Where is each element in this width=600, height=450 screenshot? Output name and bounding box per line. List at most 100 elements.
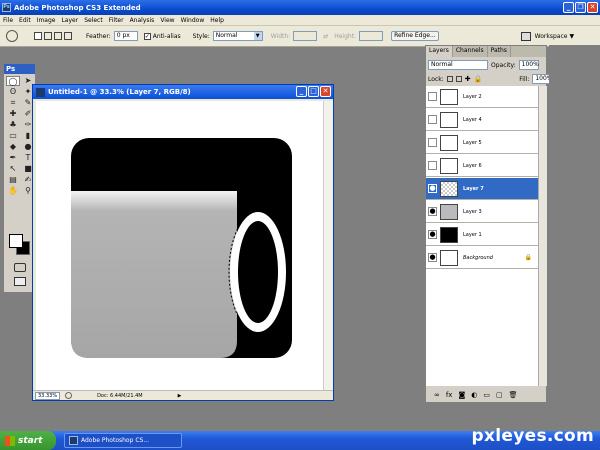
- workspace-button[interactable]: Workspace: [535, 33, 568, 40]
- lock-pixels-icon[interactable]: [455, 76, 462, 82]
- quick-mask-icon[interactable]: [14, 263, 26, 272]
- status-info-icon[interactable]: [65, 392, 73, 399]
- tools-ps-logo: Ps: [4, 64, 35, 74]
- taskbar-photoshop-button[interactable]: Adobe Photoshop CS...: [64, 433, 182, 448]
- selection-mode-intersect-icon[interactable]: [64, 32, 72, 40]
- width-label: Width:: [270, 32, 291, 40]
- status-arrow-icon[interactable]: ▶: [178, 393, 182, 399]
- layer-style-icon[interactable]: fx: [446, 391, 453, 399]
- menu-window[interactable]: Window: [178, 17, 208, 24]
- lock-all-icon[interactable]: 🔒: [474, 75, 483, 83]
- visibility-toggle[interactable]: [428, 92, 437, 101]
- crop-tool-icon[interactable]: ⌗: [6, 98, 20, 108]
- height-input[interactable]: [359, 31, 384, 41]
- doc-close-button[interactable]: ✕: [320, 86, 331, 97]
- layer-row[interactable]: Layer 2: [426, 86, 538, 108]
- swap-icon[interactable]: ⇄: [323, 33, 328, 40]
- refine-edge-button[interactable]: Refine Edge...: [391, 31, 439, 41]
- layer-row[interactable]: Layer 6: [426, 155, 538, 177]
- eye-icon[interactable]: ●: [428, 184, 437, 193]
- new-group-icon[interactable]: ▭: [483, 391, 490, 399]
- adjustment-layer-icon[interactable]: ◐: [471, 391, 477, 399]
- foreground-color-swatch[interactable]: [9, 234, 23, 248]
- menu-select[interactable]: Select: [81, 17, 106, 24]
- healing-brush-tool-icon[interactable]: ✚: [6, 109, 20, 119]
- layer-thumbnail: [440, 157, 458, 174]
- clone-stamp-tool-icon[interactable]: ♣: [6, 120, 20, 130]
- new-layer-icon[interactable]: ▢: [496, 391, 503, 399]
- visibility-toggle[interactable]: [428, 161, 437, 170]
- menu-filter[interactable]: Filter: [106, 17, 127, 24]
- layer-name: Background: [463, 254, 493, 261]
- antialias-checkbox[interactable]: ✓: [143, 32, 151, 40]
- options-bar: Feather: 0 px ✓ Anti-alias Style: Normal…: [0, 26, 600, 47]
- layer-row-selected[interactable]: ● Layer 7: [426, 178, 538, 200]
- menu-view[interactable]: View: [157, 17, 177, 24]
- path-selection-tool-icon[interactable]: ↖: [6, 164, 20, 174]
- layer-mask-icon[interactable]: ◙: [458, 391, 465, 399]
- menu-help[interactable]: Help: [207, 17, 227, 24]
- tab-paths[interactable]: Paths: [488, 46, 511, 57]
- layer-row[interactable]: ● Background 🔒: [426, 247, 538, 269]
- selection-mode-subtract-icon[interactable]: [54, 32, 62, 40]
- restore-button[interactable]: ❐: [575, 2, 586, 13]
- elliptical-marquee-tool-icon[interactable]: ◯: [6, 76, 20, 86]
- ellipse-marquee-tool-icon[interactable]: [6, 30, 18, 42]
- menu-bar: File Edit Image Layer Select Filter Anal…: [0, 15, 600, 26]
- screen-mode-icon[interactable]: [14, 277, 26, 286]
- close-button[interactable]: ✕: [587, 2, 598, 13]
- layer-row[interactable]: Layer 4: [426, 109, 538, 131]
- layer-thumbnail: [440, 111, 458, 128]
- photoshop-task-icon: [69, 436, 78, 445]
- visibility-toggle[interactable]: [428, 138, 437, 147]
- visibility-toggle[interactable]: [428, 115, 437, 124]
- canvas-artwork: [71, 138, 292, 358]
- title-bar: Ps Adobe Photoshop CS3 Extended _ ❐ ✕: [0, 0, 600, 15]
- tab-channels[interactable]: Channels: [453, 46, 488, 57]
- workspace-icon[interactable]: [520, 31, 531, 41]
- layers-scrollbar[interactable]: [538, 86, 547, 386]
- blend-mode-select[interactable]: Normal: [428, 60, 488, 70]
- style-select[interactable]: Normal ▼: [212, 31, 263, 41]
- opacity-input[interactable]: 100%: [518, 60, 539, 70]
- zoom-field[interactable]: 33.33%: [35, 391, 61, 400]
- document-window[interactable]: Untitled-1 @ 33.3% (Layer 7, RGB/8) _ □ …: [32, 84, 334, 401]
- lock-position-icon[interactable]: ✚: [465, 75, 471, 83]
- minimize-button[interactable]: _: [563, 2, 574, 13]
- link-layers-icon[interactable]: ∞: [434, 391, 440, 399]
- document-ps-icon: [36, 87, 45, 97]
- menu-image[interactable]: Image: [34, 17, 59, 24]
- blur-tool-icon[interactable]: ◆: [6, 142, 20, 152]
- menu-file[interactable]: File: [0, 17, 16, 24]
- lock-label: Lock:: [428, 75, 444, 83]
- lock-transparency-icon[interactable]: [446, 76, 453, 82]
- notes-tool-icon[interactable]: ▤: [6, 175, 20, 185]
- menu-edit[interactable]: Edit: [16, 17, 34, 24]
- pen-tool-icon[interactable]: ✒: [6, 153, 20, 163]
- eye-icon[interactable]: ●: [428, 207, 437, 216]
- vertical-scrollbar[interactable]: [323, 101, 333, 391]
- selection-mode-new-icon[interactable]: [34, 32, 42, 40]
- layer-row[interactable]: ● Layer 1: [426, 224, 538, 246]
- doc-maximize-button[interactable]: □: [308, 86, 319, 97]
- start-button[interactable]: start: [0, 431, 56, 450]
- canvas[interactable]: [36, 101, 324, 391]
- layer-name: Layer 4: [463, 116, 482, 123]
- style-label: Style:: [192, 32, 210, 40]
- width-input[interactable]: [293, 31, 318, 41]
- height-label: Height:: [334, 32, 357, 40]
- layer-row[interactable]: ● Layer 3: [426, 201, 538, 223]
- eye-icon[interactable]: ●: [428, 253, 437, 262]
- eraser-tool-icon[interactable]: ▭: [6, 131, 20, 141]
- menu-analysis[interactable]: Analysis: [127, 17, 158, 24]
- eye-icon[interactable]: ●: [428, 230, 437, 239]
- delete-layer-icon[interactable]: 🗑: [509, 391, 518, 399]
- feather-input[interactable]: 0 px: [113, 31, 138, 41]
- tab-layers[interactable]: Layers: [426, 46, 453, 57]
- lasso-tool-icon[interactable]: ʘ: [6, 87, 20, 97]
- menu-layer[interactable]: Layer: [58, 17, 81, 24]
- hand-tool-icon[interactable]: ✋: [6, 186, 20, 196]
- selection-mode-add-icon[interactable]: [44, 32, 52, 40]
- doc-minimize-button[interactable]: _: [296, 86, 307, 97]
- layer-row[interactable]: Layer 5: [426, 132, 538, 154]
